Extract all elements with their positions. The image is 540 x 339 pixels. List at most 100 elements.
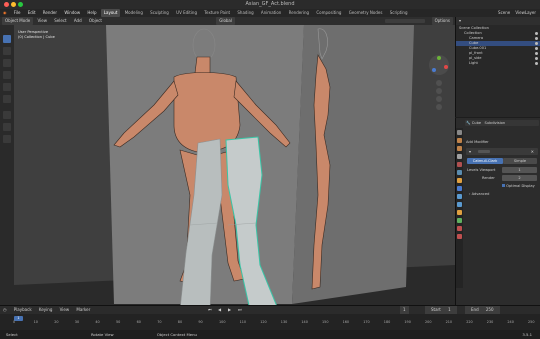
perspective-toggle-icon xyxy=(436,104,442,110)
levels-viewport-field[interactable]: 1 xyxy=(502,167,537,173)
texture-tab-icon[interactable] xyxy=(457,234,462,239)
physics-tab-icon[interactable] xyxy=(457,202,462,207)
visibility-eye-icon[interactable] xyxy=(535,52,538,55)
visibility-eye-icon[interactable] xyxy=(535,62,538,65)
menu-file[interactable]: File xyxy=(11,9,24,17)
timeline-frame-label: 210 xyxy=(445,320,453,324)
timeline-frame-label: 90 xyxy=(198,320,203,324)
workspace-tab-animation[interactable]: Animation xyxy=(258,9,284,17)
play-button[interactable]: ▶ xyxy=(225,306,234,314)
render-properties-tab-icon[interactable] xyxy=(457,138,462,143)
viewport-menu-view[interactable]: View xyxy=(34,17,50,25)
view-layer-selector[interactable]: ViewLayer xyxy=(515,10,536,15)
start-frame-field[interactable]: Start 1 xyxy=(425,306,457,314)
pan-view-icon xyxy=(436,88,442,94)
modifier-name-field[interactable] xyxy=(478,150,490,153)
properties-object-name: Cube xyxy=(471,121,482,125)
transform-tool-icon[interactable] xyxy=(3,95,11,103)
viewport-scene xyxy=(14,25,455,305)
object-tab-icon[interactable] xyxy=(457,178,462,183)
workspace-tab-uv-editing[interactable]: UV Editing xyxy=(173,9,200,17)
object-mode-dropdown[interactable]: Object Mode xyxy=(2,17,34,25)
scene-tab-icon[interactable] xyxy=(457,162,462,167)
end-frame-field[interactable]: End 250 xyxy=(465,306,500,314)
visibility-eye-icon[interactable] xyxy=(535,37,538,40)
particles-tab-icon[interactable] xyxy=(457,194,462,199)
outliner-filter-icon[interactable]: ▾ xyxy=(459,18,461,23)
annotate-tool-icon[interactable] xyxy=(3,111,11,119)
material-tab-icon[interactable] xyxy=(457,226,462,231)
workspace-tab-texture-paint[interactable]: Texture Paint xyxy=(201,9,233,17)
timeline-frame-label: 50 xyxy=(116,320,121,324)
timeline-editor[interactable]: ◷ Playback Keying View Marker ⏮ ◀ ▶ ⏭ 1 … xyxy=(0,305,540,331)
visibility-eye-icon[interactable] xyxy=(535,32,538,35)
timeline-frame-label: 60 xyxy=(136,320,141,324)
status-rotate-hint: Rotate View xyxy=(90,332,114,337)
menu-render[interactable]: Render xyxy=(40,9,60,17)
select-box-tool-icon[interactable] xyxy=(3,35,11,43)
3d-viewport[interactable]: User Perspective (0) Collection | Cube xyxy=(14,25,455,305)
timeline-menu-keying[interactable]: Keying xyxy=(36,306,55,314)
add-cube-tool-icon[interactable] xyxy=(3,135,11,143)
current-frame-field[interactable]: 1 xyxy=(400,306,409,314)
menu-edit[interactable]: Edit xyxy=(25,9,39,17)
measure-tool-icon[interactable] xyxy=(3,123,11,131)
menu-help[interactable]: Help xyxy=(84,9,99,17)
workspace-tab-rendering[interactable]: Rendering xyxy=(286,9,312,17)
advanced-panel[interactable]: › Advanced xyxy=(469,192,489,196)
viewport-options-button[interactable]: Options xyxy=(431,17,453,25)
catmull-clark-button[interactable]: Catmull-Clark xyxy=(467,158,503,164)
workspace-tab-scripting[interactable]: Scripting xyxy=(387,9,411,17)
modifier-header[interactable]: ▾ ✕ xyxy=(466,148,538,155)
viewport-menu-select[interactable]: Select xyxy=(51,17,69,25)
timeline-editor-type-icon[interactable]: ◷ xyxy=(0,306,10,314)
workspace-tab-shading[interactable]: Shading xyxy=(234,9,256,17)
visibility-eye-icon[interactable] xyxy=(535,57,538,60)
timeline-menu-playback[interactable]: Playback xyxy=(11,306,35,314)
jump-to-end-button[interactable]: ⏭ xyxy=(235,306,245,314)
visibility-eye-icon[interactable] xyxy=(535,47,538,50)
menu-window[interactable]: Window xyxy=(61,9,83,17)
timeline-menu-marker[interactable]: Marker xyxy=(73,306,93,314)
modifier-tab-icon[interactable] xyxy=(457,186,462,191)
optimal-display-checkbox[interactable]: Optimal Display xyxy=(502,184,535,188)
output-properties-tab-icon[interactable] xyxy=(457,146,462,151)
timeline-menu-view[interactable]: View xyxy=(57,306,73,314)
modifier-expand-icon[interactable]: ▾ xyxy=(469,149,471,154)
simple-button[interactable]: Simple xyxy=(503,158,537,164)
outliner-row[interactable]: Light xyxy=(456,61,540,66)
constraints-tab-icon[interactable] xyxy=(457,210,462,215)
scale-tool-icon[interactable] xyxy=(3,83,11,91)
shading-mode-buttons[interactable] xyxy=(385,19,425,23)
scene-selector[interactable]: Scene xyxy=(498,10,510,15)
move-tool-icon[interactable] xyxy=(3,59,11,67)
workspace-tab-compositing[interactable]: Compositing xyxy=(313,9,344,17)
add-modifier-button[interactable]: Add Modifier xyxy=(466,140,489,144)
step-back-button[interactable]: ◀ xyxy=(215,306,224,314)
blender-logo-icon[interactable]: ◉ xyxy=(0,9,10,17)
transform-orientation-dropdown[interactable]: Global xyxy=(216,17,235,25)
viewport-menu-object[interactable]: Object xyxy=(86,17,105,25)
visibility-eye-icon[interactable] xyxy=(535,42,538,45)
workspace-tab-layout[interactable]: Layout xyxy=(100,9,121,17)
view-layer-tab-icon[interactable] xyxy=(457,154,462,159)
workspace-tab-sculpting[interactable]: Sculpting xyxy=(147,9,172,17)
cursor-tool-icon[interactable] xyxy=(3,47,11,55)
timeline-frame-label: 160 xyxy=(342,320,350,324)
world-tab-icon[interactable] xyxy=(457,170,462,175)
render-levels-field[interactable]: 2 xyxy=(502,175,537,181)
workspace-tab-geometry-nodes[interactable]: Geometry Nodes xyxy=(346,9,386,17)
data-tab-icon[interactable] xyxy=(457,218,462,223)
rotate-tool-icon[interactable] xyxy=(3,71,11,79)
viewport-header: Object Mode View Select Add Object Globa… xyxy=(0,17,455,25)
viewport-menu-add[interactable]: Add xyxy=(71,17,85,25)
timeline-frame-label: 250 xyxy=(528,320,535,324)
playhead[interactable]: 1 xyxy=(14,316,23,321)
timeline-frame-label: 70 xyxy=(157,320,162,324)
modifier-close-icon[interactable]: ✕ xyxy=(531,149,534,154)
jump-to-start-button[interactable]: ⏮ xyxy=(205,306,215,314)
properties-object-field[interactable]: 🔧 Cube Subdivision xyxy=(465,120,539,126)
workspace-tab-modeling[interactable]: Modeling xyxy=(122,9,146,17)
wrench-icon: 🔧 xyxy=(466,121,471,125)
tool-properties-tab-icon[interactable] xyxy=(457,130,462,135)
